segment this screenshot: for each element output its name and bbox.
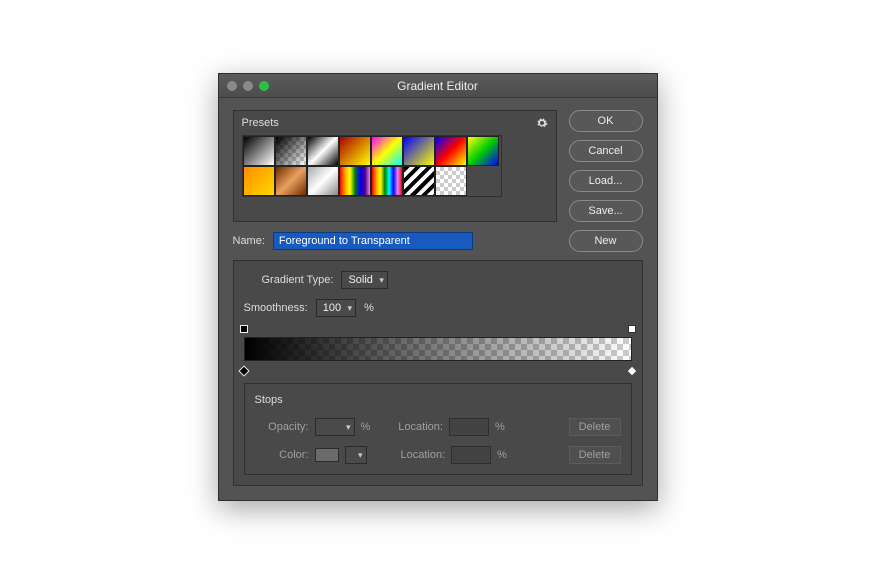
preset-swatch[interactable]: [275, 166, 307, 196]
ok-button[interactable]: OK: [569, 110, 643, 132]
name-input[interactable]: [273, 232, 473, 250]
opacity-location-input[interactable]: [449, 418, 489, 436]
opacity-location-unit: %: [495, 421, 505, 433]
preset-swatch[interactable]: [243, 136, 275, 166]
preset-swatch[interactable]: [371, 166, 403, 196]
gradient-type-label: Gradient Type:: [262, 274, 334, 286]
color-stop-left[interactable]: [238, 365, 249, 376]
gradient-type-select[interactable]: Solid: [341, 271, 387, 289]
preset-swatch[interactable]: [339, 136, 371, 166]
presets-label: Presets: [242, 117, 279, 129]
preset-swatch[interactable]: [435, 166, 467, 196]
preset-swatches: [242, 135, 502, 197]
color-location-input[interactable]: [451, 446, 491, 464]
color-swatch[interactable]: [315, 448, 339, 462]
gradient-settings-panel: Gradient Type: Solid Smoothness: 100 % S…: [233, 260, 643, 486]
opacity-unit: %: [361, 421, 371, 433]
gradient-bar[interactable]: [244, 327, 632, 371]
gear-icon[interactable]: [536, 117, 548, 129]
preset-swatch[interactable]: [275, 136, 307, 166]
preset-swatch[interactable]: [371, 136, 403, 166]
preset-swatch[interactable]: [403, 166, 435, 196]
opacity-location-label: Location:: [398, 421, 443, 433]
smoothness-label: Smoothness:: [244, 302, 308, 314]
gradient-preview: [244, 337, 632, 361]
preset-swatch[interactable]: [339, 166, 371, 196]
opacity-stop-right[interactable]: [628, 325, 636, 333]
preset-swatch[interactable]: [467, 136, 499, 166]
color-delete-button[interactable]: Delete: [569, 446, 621, 464]
gradient-editor-dialog: Gradient Editor Presets OK Cancel Load..…: [218, 73, 658, 501]
smoothness-input[interactable]: 100: [316, 299, 356, 317]
preset-swatch[interactable]: [403, 136, 435, 166]
opacity-stop-left[interactable]: [240, 325, 248, 333]
preset-swatch[interactable]: [435, 136, 467, 166]
cancel-button[interactable]: Cancel: [569, 140, 643, 162]
preset-swatch[interactable]: [243, 166, 275, 196]
color-location-label: Location:: [401, 449, 446, 461]
color-stop-right[interactable]: [626, 365, 637, 376]
new-button[interactable]: New: [569, 230, 643, 252]
opacity-delete-button[interactable]: Delete: [569, 418, 621, 436]
opacity-label: Opacity:: [255, 421, 309, 433]
opacity-input[interactable]: [315, 418, 355, 436]
titlebar: Gradient Editor: [219, 74, 657, 98]
save-button[interactable]: Save...: [569, 200, 643, 222]
color-label: Color:: [255, 449, 309, 461]
stops-panel: Stops Opacity: % Location: % Delete Colo…: [244, 383, 632, 475]
presets-panel: Presets: [233, 110, 557, 222]
color-location-unit: %: [497, 449, 507, 461]
stops-heading: Stops: [255, 394, 621, 406]
load-button[interactable]: Load...: [569, 170, 643, 192]
color-dropdown[interactable]: [345, 446, 367, 464]
preset-swatch[interactable]: [307, 136, 339, 166]
smoothness-unit: %: [364, 302, 374, 314]
preset-swatch[interactable]: [307, 166, 339, 196]
dialog-title: Gradient Editor: [219, 79, 657, 93]
name-label: Name:: [233, 235, 265, 247]
